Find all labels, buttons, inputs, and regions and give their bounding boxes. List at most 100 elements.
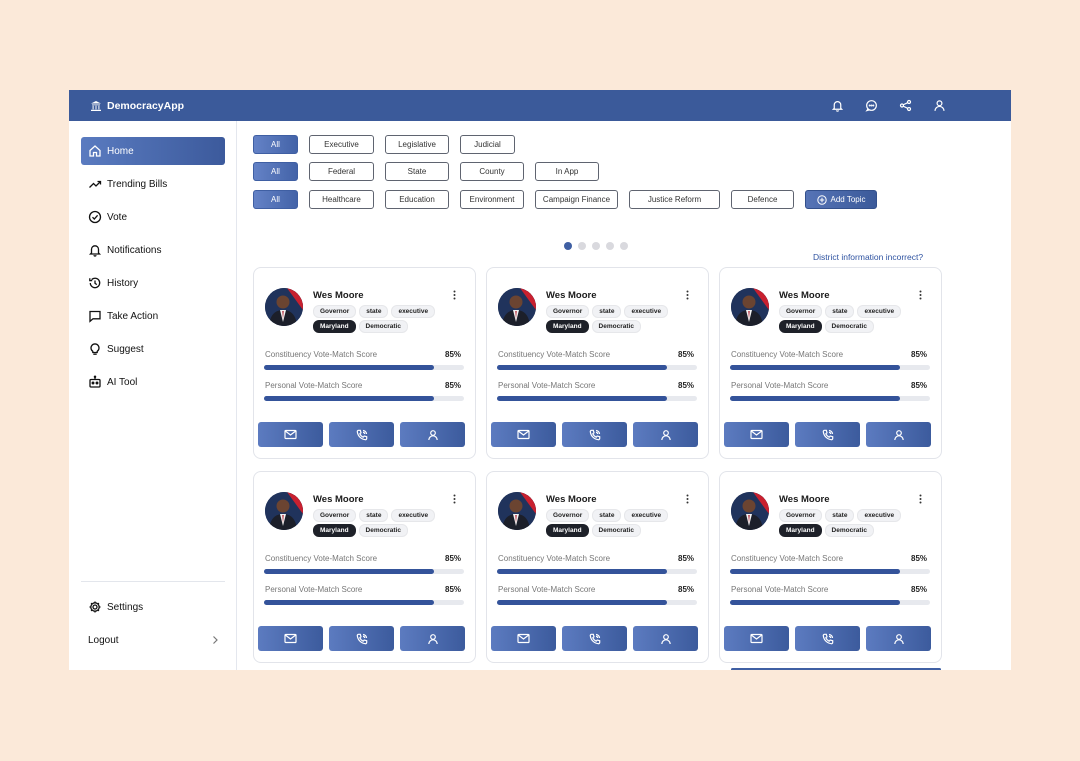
sidebar-item-home[interactable]: Home [81,137,225,165]
constituency-score-fill [264,569,434,574]
phone-icon [589,633,600,644]
more-options-icon[interactable] [683,289,691,301]
personal-score-bar [264,600,464,605]
profile-button[interactable] [400,422,465,447]
sidebar-item-label: Suggest [107,343,144,355]
email-button[interactable] [258,422,323,447]
carousel-dot[interactable] [592,242,600,250]
sidebar-item-ai-tool[interactable]: AI Tool [81,368,225,396]
level-chip-state[interactable]: State [385,162,449,181]
topic-chip-all[interactable]: All [253,190,298,209]
personal-score-fill [264,396,434,401]
call-button[interactable] [562,626,627,651]
carousel-dot[interactable] [606,242,614,250]
call-button[interactable] [562,422,627,447]
tag-party: Democratic [358,524,408,537]
more-options-icon[interactable] [916,493,924,505]
constituency-score-label: Constituency Vote-Match Score [265,554,378,563]
share-icon[interactable] [897,98,913,114]
official-tags: Governor state executive Maryland Democr… [313,509,443,537]
sidebar-item-take-action[interactable]: Take Action [81,302,225,330]
level-filter-row: All Federal State County In App [253,162,599,181]
branch-chip-executive[interactable]: Executive [309,135,374,154]
email-button[interactable] [724,422,789,447]
tag-state: Maryland [779,524,822,537]
level-chip-all[interactable]: All [253,162,298,181]
avatar[interactable] [265,492,303,530]
more-options-icon[interactable] [916,289,924,301]
call-button[interactable] [329,422,394,447]
bell-icon[interactable] [829,98,845,114]
sidebar-item-label: Notifications [107,244,162,256]
tag-party: Democratic [824,320,874,333]
topic-chip-education[interactable]: Education [385,190,449,209]
personal-score-label: Personal Vote-Match Score [265,585,363,594]
mail-icon [750,633,763,644]
district-info-link[interactable]: District information incorrect? [813,252,923,262]
topic-chip-campaign-finance[interactable]: Campaign Finance [535,190,618,209]
tag-office: Governor [313,509,357,522]
branch-chip-all[interactable]: All [253,135,298,154]
constituency-score-label: Constituency Vote-Match Score [265,350,378,359]
tag-level: state [825,509,855,522]
more-options-icon[interactable] [683,493,691,505]
capitol-icon [91,100,101,111]
topic-chip-environment[interactable]: Environment [460,190,524,209]
topic-chip-defence[interactable]: Defence [731,190,794,209]
carousel-dot[interactable] [564,242,572,250]
personal-score-label: Personal Vote-Match Score [731,585,829,594]
sidebar-item-trending-bills[interactable]: Trending Bills [81,170,225,198]
message-square-icon [89,310,101,323]
sidebar-item-history[interactable]: History [81,269,225,297]
email-button[interactable] [491,422,556,447]
avatar[interactable] [731,288,769,326]
branch-chip-judicial[interactable]: Judicial [460,135,515,154]
call-button[interactable] [795,626,860,651]
tag-office: Governor [779,509,823,522]
more-options-icon[interactable] [450,493,458,505]
official-tags: Governor state executive Maryland Democr… [779,509,909,537]
avatar[interactable] [265,288,303,326]
tag-state: Maryland [546,524,589,537]
profile-button[interactable] [633,422,698,447]
sidebar-item-vote[interactable]: Vote [81,203,225,231]
add-topic-button[interactable]: Add Topic [805,190,877,209]
branch-chip-legislative[interactable]: Legislative [385,135,449,154]
brand[interactable]: DemocracyApp [90,100,184,112]
carousel-dot[interactable] [578,242,586,250]
chat-icon[interactable] [863,98,879,114]
constituency-score-value: 85% [678,350,695,359]
constituency-score-bar [264,365,464,370]
sidebar-item-notifications[interactable]: Notifications [81,236,225,264]
avatar[interactable] [498,492,536,530]
official-tags: Governor state executive Maryland Democr… [313,305,443,333]
topic-chip-justice-reform[interactable]: Justice Reform [629,190,720,209]
carousel-dot[interactable] [620,242,628,250]
level-chip-federal[interactable]: Federal [309,162,374,181]
sidebar-item-settings[interactable]: Settings [81,593,225,621]
tag-level: state [359,305,389,318]
profile-button[interactable] [866,626,931,651]
topic-chip-healthcare[interactable]: Healthcare [309,190,374,209]
level-chip-county[interactable]: County [460,162,524,181]
personal-score-bar [730,600,930,605]
call-button[interactable] [795,422,860,447]
profile-button[interactable] [400,626,465,651]
email-button[interactable] [491,626,556,651]
top-bar: DemocracyApp [69,90,1011,121]
branch-filter-row: All Executive Legislative Judicial [253,135,515,154]
avatar[interactable] [731,492,769,530]
constituency-score-label: Constituency Vote-Match Score [731,350,844,359]
call-button[interactable] [329,626,394,651]
email-button[interactable] [724,626,789,651]
more-options-icon[interactable] [450,289,458,301]
user-icon[interactable] [931,98,947,114]
email-button[interactable] [258,626,323,651]
profile-button[interactable] [866,422,931,447]
sidebar-item-suggest[interactable]: Suggest [81,335,225,363]
profile-button[interactable] [633,626,698,651]
level-chip-in-app[interactable]: In App [535,162,599,181]
constituency-score-bar [497,569,697,574]
avatar[interactable] [498,288,536,326]
sidebar-item-logout[interactable]: Logout [81,626,225,654]
